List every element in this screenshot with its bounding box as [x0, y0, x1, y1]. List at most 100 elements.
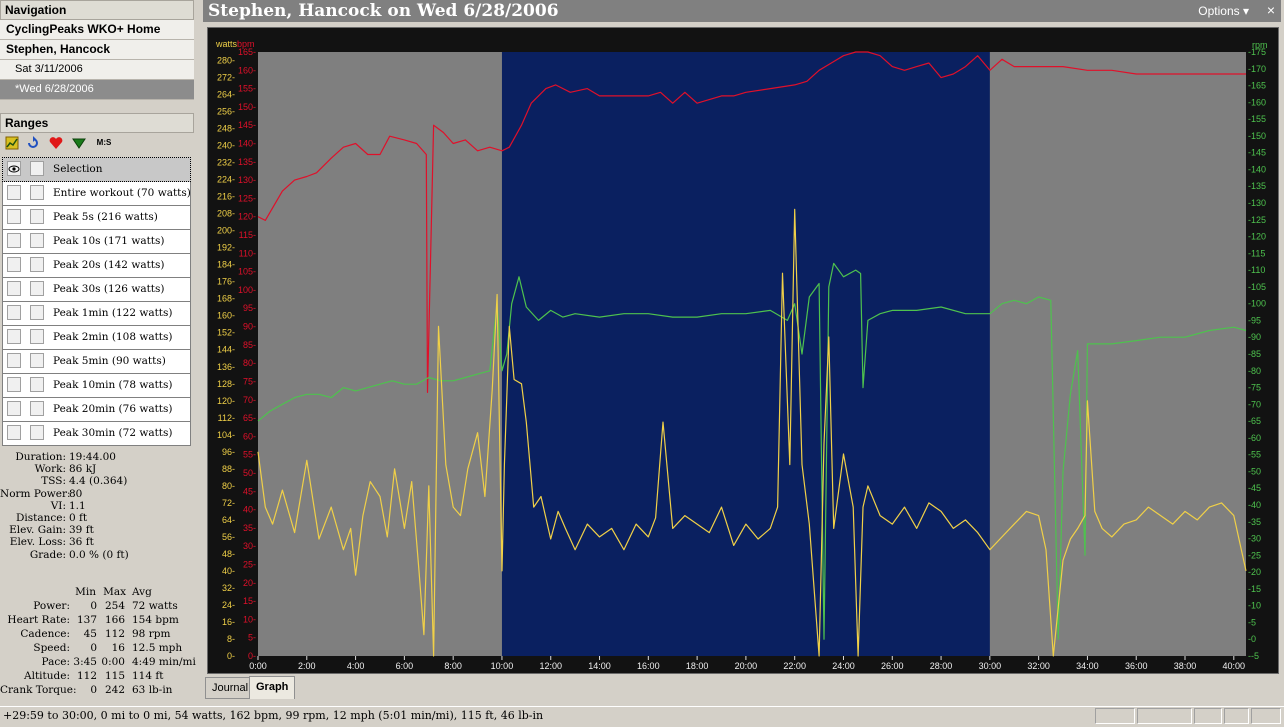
select-checkbox[interactable]	[30, 209, 44, 224]
stats-header: Min Max Avg	[0, 585, 194, 599]
visibility-checkbox[interactable]	[7, 425, 21, 440]
bpm-tick-label: 25-	[243, 559, 256, 569]
x-tick-label: 26:00	[881, 661, 904, 671]
watts-tick-label: 248-	[217, 124, 235, 134]
rpm-tick-label: -105	[1248, 282, 1266, 292]
rpm-tick-label: -135	[1248, 181, 1266, 191]
selection-region[interactable]	[501, 52, 990, 656]
bpm-tick-label: 70-	[243, 395, 256, 405]
rpm-tick-label: -15	[1248, 584, 1261, 594]
nav-item-home[interactable]: CyclingPeaks WKO+ Home	[0, 20, 194, 40]
tab-graph[interactable]: Graph	[249, 676, 296, 699]
summary-label: Norm Power:	[0, 487, 71, 500]
tab-journal[interactable]: Journal	[205, 677, 256, 699]
status-cell	[1137, 708, 1192, 724]
visibility-checkbox[interactable]	[7, 305, 21, 320]
nav-item-workout-6-28[interactable]: *Wed 6/28/2006	[0, 80, 194, 100]
watts-tick-label: 240-	[217, 141, 235, 151]
summary-row: Duration: 19:44.00	[0, 451, 194, 463]
select-checkbox[interactable]	[30, 257, 44, 272]
x-tick-label: 18:00	[686, 661, 709, 671]
nav-item-workout-3-11[interactable]: Sat 3/11/2006	[0, 60, 194, 80]
watts-tick-label: 128-	[217, 379, 235, 389]
x-tick-label: 14:00	[588, 661, 611, 671]
range-label: Peak 10s (171 watts)	[53, 235, 165, 247]
rpm-tick-label: -0	[1248, 634, 1256, 644]
range-row[interactable]: Peak 5s (216 watts)	[2, 206, 191, 230]
select-checkbox[interactable]	[30, 329, 44, 344]
visibility-checkbox[interactable]	[7, 329, 21, 344]
visibility-checkbox[interactable]	[7, 209, 21, 224]
range-label: Peak 5min (90 watts)	[53, 355, 166, 367]
select-checkbox[interactable]	[30, 161, 44, 176]
select-checkbox[interactable]	[30, 305, 44, 320]
eye-icon[interactable]	[7, 161, 21, 176]
range-row[interactable]: Peak 10min (78 watts)	[2, 374, 191, 398]
heart-icon[interactable]	[49, 136, 63, 150]
select-checkbox[interactable]	[30, 401, 44, 416]
select-checkbox[interactable]	[30, 233, 44, 248]
select-checkbox[interactable]	[30, 353, 44, 368]
visibility-checkbox[interactable]	[7, 401, 21, 416]
rpm-tick-label: -10	[1248, 601, 1261, 611]
visibility-checkbox[interactable]	[7, 233, 21, 248]
stats-row: Altitude: 112 115 114 ft	[0, 669, 194, 683]
ranges-toolbar: M:S	[0, 132, 194, 154]
stats-min: 3:45	[73, 656, 97, 668]
summary-row: Elev. Loss: 36 ft	[0, 536, 194, 548]
select-checkbox[interactable]	[30, 281, 44, 296]
range-row[interactable]: Peak 2min (108 watts)	[2, 326, 191, 350]
rpm-tick-label: -170	[1248, 64, 1266, 74]
rpm-tick-label: -30	[1248, 534, 1261, 544]
close-icon[interactable]: ×	[1267, 2, 1275, 18]
chart-svg[interactable]: watts bpm rpm0-8-16-24-32-40-48-56-64-72-8…	[208, 28, 1278, 673]
bpm-tick-label: 15-	[243, 596, 256, 606]
nav-item-athlete[interactable]: Stephen, Hancock	[0, 40, 194, 60]
stats-avg: 98 rpm	[132, 628, 171, 640]
rpm-tick-label: -5	[1248, 617, 1256, 627]
select-checkbox[interactable]	[30, 425, 44, 440]
visibility-checkbox[interactable]	[7, 185, 21, 200]
x-tick-label: 28:00	[930, 661, 953, 671]
range-row[interactable]: Selection	[2, 157, 191, 182]
watts-tick-label: 280-	[217, 56, 235, 66]
range-label: Peak 20min (76 watts)	[53, 403, 173, 415]
visibility-checkbox[interactable]	[7, 377, 21, 392]
range-row[interactable]: Peak 30s (126 watts)	[2, 278, 191, 302]
chart-icon[interactable]	[5, 136, 19, 150]
visibility-checkbox[interactable]	[7, 353, 21, 368]
range-row[interactable]: Peak 30min (72 watts)	[2, 422, 191, 446]
visibility-checkbox[interactable]	[7, 281, 21, 296]
stats-avg: 12.5 mph	[132, 642, 183, 654]
range-row[interactable]: Peak 20s (142 watts)	[2, 254, 191, 278]
chevron-down-icon: ▾	[1242, 4, 1249, 18]
range-label: Peak 10min (78 watts)	[53, 379, 173, 391]
options-menu[interactable]: Options ▾	[1198, 4, 1249, 18]
range-row[interactable]: Peak 10s (171 watts)	[2, 230, 191, 254]
range-row[interactable]: Peak 20min (76 watts)	[2, 398, 191, 422]
range-row[interactable]: Peak 1min (122 watts)	[2, 302, 191, 326]
status-bar: +29:59 to 30:00, 0 mi to 0 mi, 54 watts,…	[0, 706, 1284, 727]
filter-icon[interactable]	[72, 136, 86, 150]
visibility-checkbox[interactable]	[7, 257, 21, 272]
bpm-tick-label: 5-	[248, 633, 256, 643]
range-row[interactable]: Peak 5min (90 watts)	[2, 350, 191, 374]
rpm-tick-label: -145	[1248, 148, 1266, 158]
stats-label: Heart Rate:	[7, 614, 70, 626]
stats-min: 0	[90, 684, 97, 696]
select-checkbox[interactable]	[30, 185, 44, 200]
stats-avg: 114 ft	[132, 670, 164, 682]
minutes-seconds-toggle[interactable]: M:S	[94, 136, 114, 150]
stats-label: Power:	[33, 600, 70, 612]
workout-graph[interactable]: watts bpm rpm 0- 8- 16- 24- 32- 40- 48- 56- 64- 72- 8…	[207, 27, 1279, 674]
range-row[interactable]: Entire workout (70 watts)	[2, 182, 191, 206]
bpm-tick-label: 115-	[239, 230, 256, 240]
stats-max: 254	[104, 600, 125, 612]
watts-tick-label: 144-	[217, 345, 235, 355]
bpm-tick-label: 80-	[243, 358, 256, 368]
stats-min: 112	[76, 670, 97, 682]
summary-label: TSS:	[41, 475, 66, 488]
watts-tick-label: 184-	[217, 260, 235, 270]
select-checkbox[interactable]	[30, 377, 44, 392]
refresh-icon[interactable]	[26, 136, 40, 150]
